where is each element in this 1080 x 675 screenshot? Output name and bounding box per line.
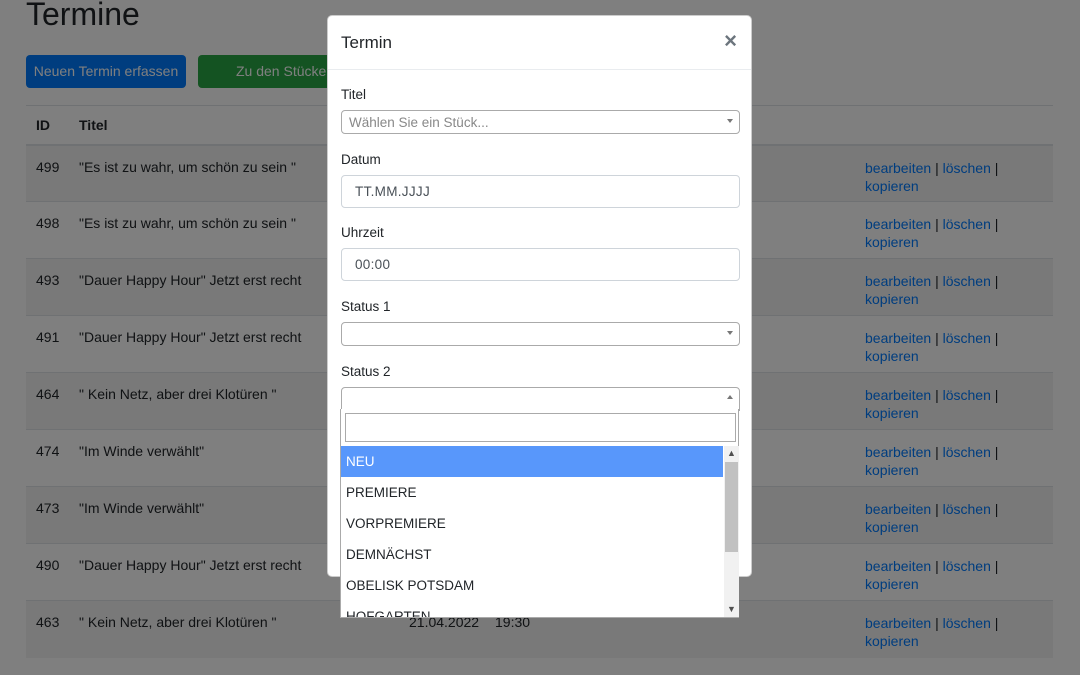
date-input-value: TT.MM.JJJJ xyxy=(355,184,430,199)
dropdown-option[interactable]: DEMNÄCHST xyxy=(341,539,723,570)
title-label: Titel xyxy=(341,87,367,102)
time-label: Uhrzeit xyxy=(341,225,384,240)
chevron-down-icon xyxy=(727,331,733,335)
status2-label: Status 2 xyxy=(341,364,391,379)
dropdown-option[interactable]: NEU xyxy=(341,446,723,477)
title-select-placeholder: Wählen Sie ein Stück... xyxy=(349,115,489,130)
chevron-up-icon xyxy=(727,395,733,399)
modal-title: Termin xyxy=(341,33,393,52)
scroll-up-icon[interactable]: ▲ xyxy=(724,446,739,461)
dropdown-option[interactable]: PREMIERE xyxy=(341,477,723,508)
date-label: Datum xyxy=(341,152,381,167)
dropdown-option[interactable]: OBELISK POTSDAM xyxy=(341,570,723,601)
scroll-down-icon[interactable]: ▼ xyxy=(724,602,739,617)
status1-select[interactable] xyxy=(341,322,740,346)
title-select[interactable]: Wählen Sie ein Stück... xyxy=(341,110,740,134)
close-icon[interactable]: × xyxy=(724,28,737,54)
status1-label: Status 1 xyxy=(341,299,391,314)
dropdown-scrollbar[interactable]: ▲ ▼ xyxy=(724,446,739,617)
time-input-value: 00:00 xyxy=(355,257,391,272)
dropdown-options: NEU PREMIERE VORPREMIERE DEMNÄCHST OBELISK P… xyxy=(341,446,723,617)
status2-select[interactable] xyxy=(341,387,740,411)
scrollbar-thumb[interactable] xyxy=(725,462,738,552)
dropdown-option[interactable]: HOFGARTEN xyxy=(341,601,723,617)
dropdown-option[interactable]: VORPREMIERE xyxy=(341,508,723,539)
modal-header: Termin × xyxy=(328,16,751,70)
dropdown-search-input[interactable] xyxy=(345,413,736,442)
chevron-down-icon xyxy=(727,119,733,123)
date-input[interactable]: TT.MM.JJJJ xyxy=(341,175,740,208)
status2-dropdown: NEU PREMIERE VORPREMIERE DEMNÄCHST OBELISK P… xyxy=(340,409,739,618)
time-input[interactable]: 00:00 xyxy=(341,248,740,281)
